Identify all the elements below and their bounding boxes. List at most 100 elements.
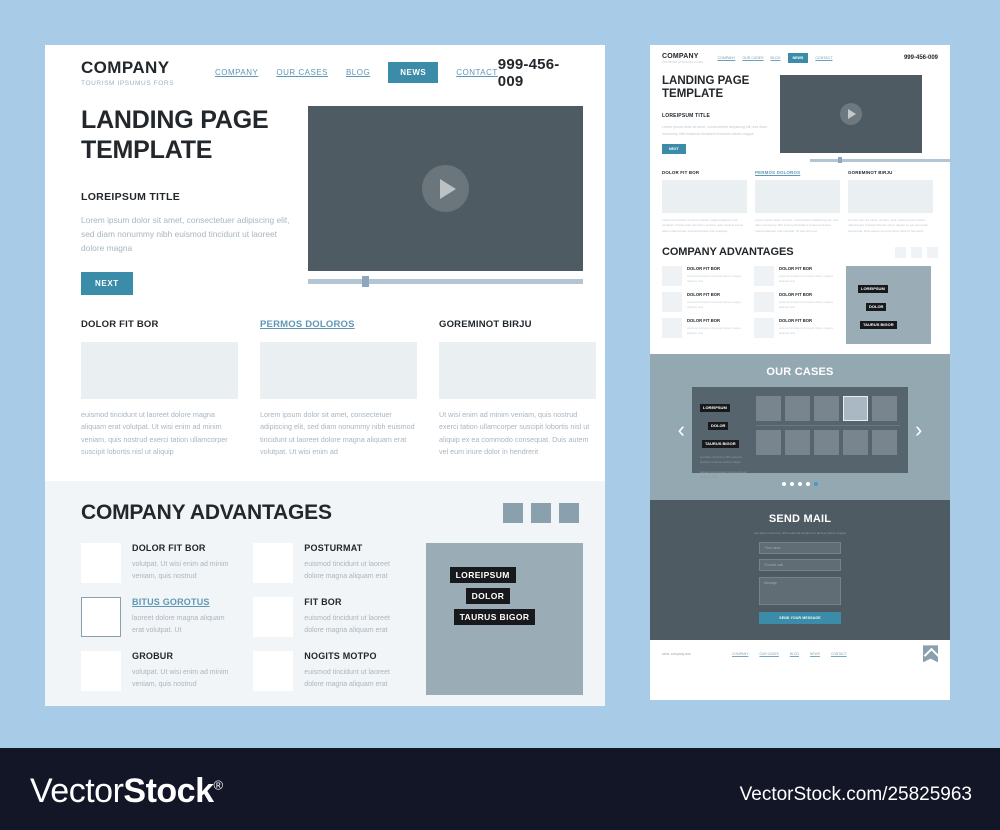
carousel-dot-1[interactable] [782, 482, 786, 487]
mini-nav-item-company[interactable]: COMPANY [717, 56, 735, 60]
mini-advantage-icon-box [754, 318, 774, 339]
mini-advantage-text: euismod tincidunt ut laoreet dolore magn… [687, 326, 741, 336]
mini-nav: COMPANY OUR CASES BLOG NEWS CONTACT [703, 53, 904, 63]
square-control-1[interactable] [503, 502, 523, 523]
footer-link-news[interactable]: NEWS [810, 652, 820, 656]
mini-advantage-text: euismod tincidunt ut laoreet dolore magn… [687, 300, 741, 310]
feature-column: GOREMINOT BIRJU Ut wisi enim ad minim ve… [439, 319, 596, 459]
advantage-icon-box [81, 650, 121, 691]
case-thumbnail-grid [756, 396, 900, 464]
footer-website-url: www. company.com [662, 651, 692, 656]
mini-slider-handle[interactable] [838, 156, 842, 163]
mini-nav-item-news[interactable]: NEWS [787, 53, 809, 63]
feature-column-text: Lorem ipsum dolor sit amet, consectetuer… [260, 409, 415, 457]
advantage-icon-box [253, 596, 294, 637]
carousel-prev-arrow-icon[interactable]: ‹ [678, 419, 685, 441]
case-thumbnail-selected[interactable] [843, 396, 868, 422]
email-input[interactable]: *Contact mail [759, 558, 841, 571]
carousel-dot-5-active[interactable] [814, 482, 818, 487]
our-cases-description: LOREIPSUM DOLOR TAURUS BIGOR sed diam no… [700, 396, 756, 479]
case-thumbnail[interactable] [785, 430, 810, 456]
mini-logo[interactable]: COMPANY TOURISM IPSUMUS FORS [662, 53, 703, 64]
mini-nav-item-blog[interactable]: BLOG [771, 56, 781, 60]
message-textarea[interactable]: Message [759, 576, 841, 605]
case-thumbnail[interactable] [872, 396, 897, 422]
case-thumbnail[interactable] [814, 396, 839, 422]
footer-nav: COMPANY OUR CASES BLOG NEWS CONTACT [732, 652, 923, 656]
nav-item-contact[interactable]: CONTACT [456, 68, 498, 77]
mini-hero-slider[interactable] [810, 156, 952, 163]
advantage-item[interactable]: GROBUR volutpat. Ut wisi enim ad minim v… [81, 650, 235, 691]
advantages-column-right: POSTURMAT euismod tincidunt ut laoreet d… [253, 542, 407, 705]
mini-play-icon[interactable] [840, 103, 862, 125]
mini-logo-tagline: TOURISM IPSUMUS FORS [662, 59, 704, 64]
carousel-dot-2[interactable] [790, 482, 794, 487]
mini-advantage-item[interactable]: DOLOR FIT BOR euismod tincidunt ut laore… [754, 318, 839, 339]
carousel-dot-3[interactable] [798, 482, 802, 487]
advantage-item[interactable]: FIT BOR euismod tincidunt ut laoreet dol… [253, 596, 407, 637]
scroll-to-top-icon[interactable] [923, 645, 938, 663]
square-control-3[interactable] [559, 502, 579, 523]
hero-video-placeholder[interactable] [308, 106, 583, 271]
advantage-title: DOLOR FIT BOR [132, 542, 206, 553]
mini-square-control-2[interactable] [911, 246, 922, 258]
feature-column-image [260, 341, 417, 399]
mini-hero-paragraph: Lorem ipsum dolor sit amet, consectetuer… [662, 125, 768, 136]
mini-square-control-1[interactable] [895, 246, 906, 258]
footer-link-company[interactable]: COMPANY [732, 652, 748, 656]
mini-promo-tag: TAURUS BIGOR [860, 320, 897, 329]
mini-advantage-item[interactable]: DOLOR FIT BOR euismod tincidunt ut laore… [754, 292, 839, 313]
case-thumbnail[interactable] [814, 430, 839, 456]
mini-advantage-icon-box [754, 266, 774, 287]
mini-advantage-text: euismod tincidunt ut laoreet dolore magn… [779, 274, 833, 284]
send-message-button[interactable]: SEND YOUR MESSAGE [759, 611, 841, 624]
carousel-dot-4[interactable] [806, 482, 810, 487]
advantage-item[interactable]: POSTURMAT euismod tincidunt ut laoreet d… [253, 542, 407, 583]
mini-hero-next-button[interactable]: NEXT [662, 143, 686, 154]
case-thumbnail[interactable] [756, 430, 781, 456]
carousel-next-arrow-icon[interactable]: › [915, 419, 922, 441]
mini-hero-section: LANDING PAGE TEMPLATE LOREIPSUM TITLE Lo… [650, 71, 950, 155]
mini-feature-title-link[interactable]: PERMOS DOLOROS [755, 170, 840, 175]
slider-handle[interactable] [362, 276, 369, 287]
case-thumbnail[interactable] [872, 430, 897, 456]
footer-link-blog[interactable]: BLOG [790, 652, 799, 656]
desktop-three-column-section: DOLOR FIT BOR euismod tincidunt ut laore… [45, 295, 605, 459]
hero-next-button[interactable]: NEXT [81, 271, 133, 295]
mini-nav-item-contact[interactable]: CONTACT [815, 56, 832, 60]
mini-hero-video-placeholder[interactable] [780, 75, 922, 153]
nav-item-news[interactable]: NEWS [388, 62, 439, 83]
nav-item-blog[interactable]: BLOG [346, 68, 370, 77]
advantage-item[interactable]: BITUS GOROTUS laoreet dolore magna aliqu… [81, 596, 235, 637]
mini-nav-item-our-cases[interactable]: OUR CASES [742, 56, 763, 60]
mini-advantage-title: DOLOR FIT BOR [687, 292, 721, 298]
mini-advantage-item[interactable]: DOLOR FIT BOR euismod tincidunt ut laore… [662, 318, 747, 339]
mini-advantage-item[interactable]: DOLOR FIT BOR euismod tincidunt ut laore… [662, 266, 747, 287]
nav-item-our-cases[interactable]: OUR CASES [276, 68, 328, 77]
play-icon[interactable] [422, 165, 469, 212]
case-thumbnail[interactable] [843, 430, 868, 456]
case-tag-row: TAURUS BIGOR [700, 432, 752, 450]
nav-item-company[interactable]: COMPANY [215, 68, 258, 77]
desktop-logo[interactable]: COMPANY TOURISM IPSUMUS FORS [81, 58, 199, 87]
square-control-2[interactable] [531, 502, 551, 523]
feature-column: PERMOS DOLOROS Lorem ipsum dolor sit ame… [260, 319, 417, 459]
mini-square-control-3[interactable] [927, 246, 938, 258]
advantage-item[interactable]: DOLOR FIT BOR volutpat. Ut wisi enim ad … [81, 542, 235, 583]
mini-advantage-item[interactable]: DOLOR FIT BOR euismod tincidunt ut laore… [662, 292, 747, 313]
advantage-item[interactable]: NOGITS MOTPO euismod tincidunt ut laoree… [253, 650, 407, 691]
name-input[interactable]: *Your name [759, 541, 841, 554]
case-thumbnail[interactable] [785, 396, 810, 422]
advantage-title-link[interactable]: BITUS GOROTUS [132, 597, 235, 607]
feature-column-title-link[interactable]: PERMOS DOLOROS [260, 319, 417, 330]
mini-advantage-title: DOLOR FIT BOR [779, 266, 813, 272]
mini-advantage-item[interactable]: DOLOR FIT BOR euismod tincidunt ut laore… [754, 266, 839, 287]
advantage-text: euismod tincidunt ut laoreet dolore magn… [304, 614, 390, 634]
footer-link-our-cases[interactable]: OUR CASES [759, 652, 778, 656]
case-thumbnail[interactable] [756, 396, 781, 422]
logo-tagline: TOURISM IPSUMUS FORS [81, 80, 175, 87]
promo-tag-row: TAURUS BIGOR [450, 607, 583, 628]
advantages-body: DOLOR FIT BOR volutpat. Ut wisi enim ad … [81, 542, 583, 705]
footer-link-contact[interactable]: CONTACT [831, 652, 847, 656]
hero-slider[interactable] [308, 276, 583, 287]
